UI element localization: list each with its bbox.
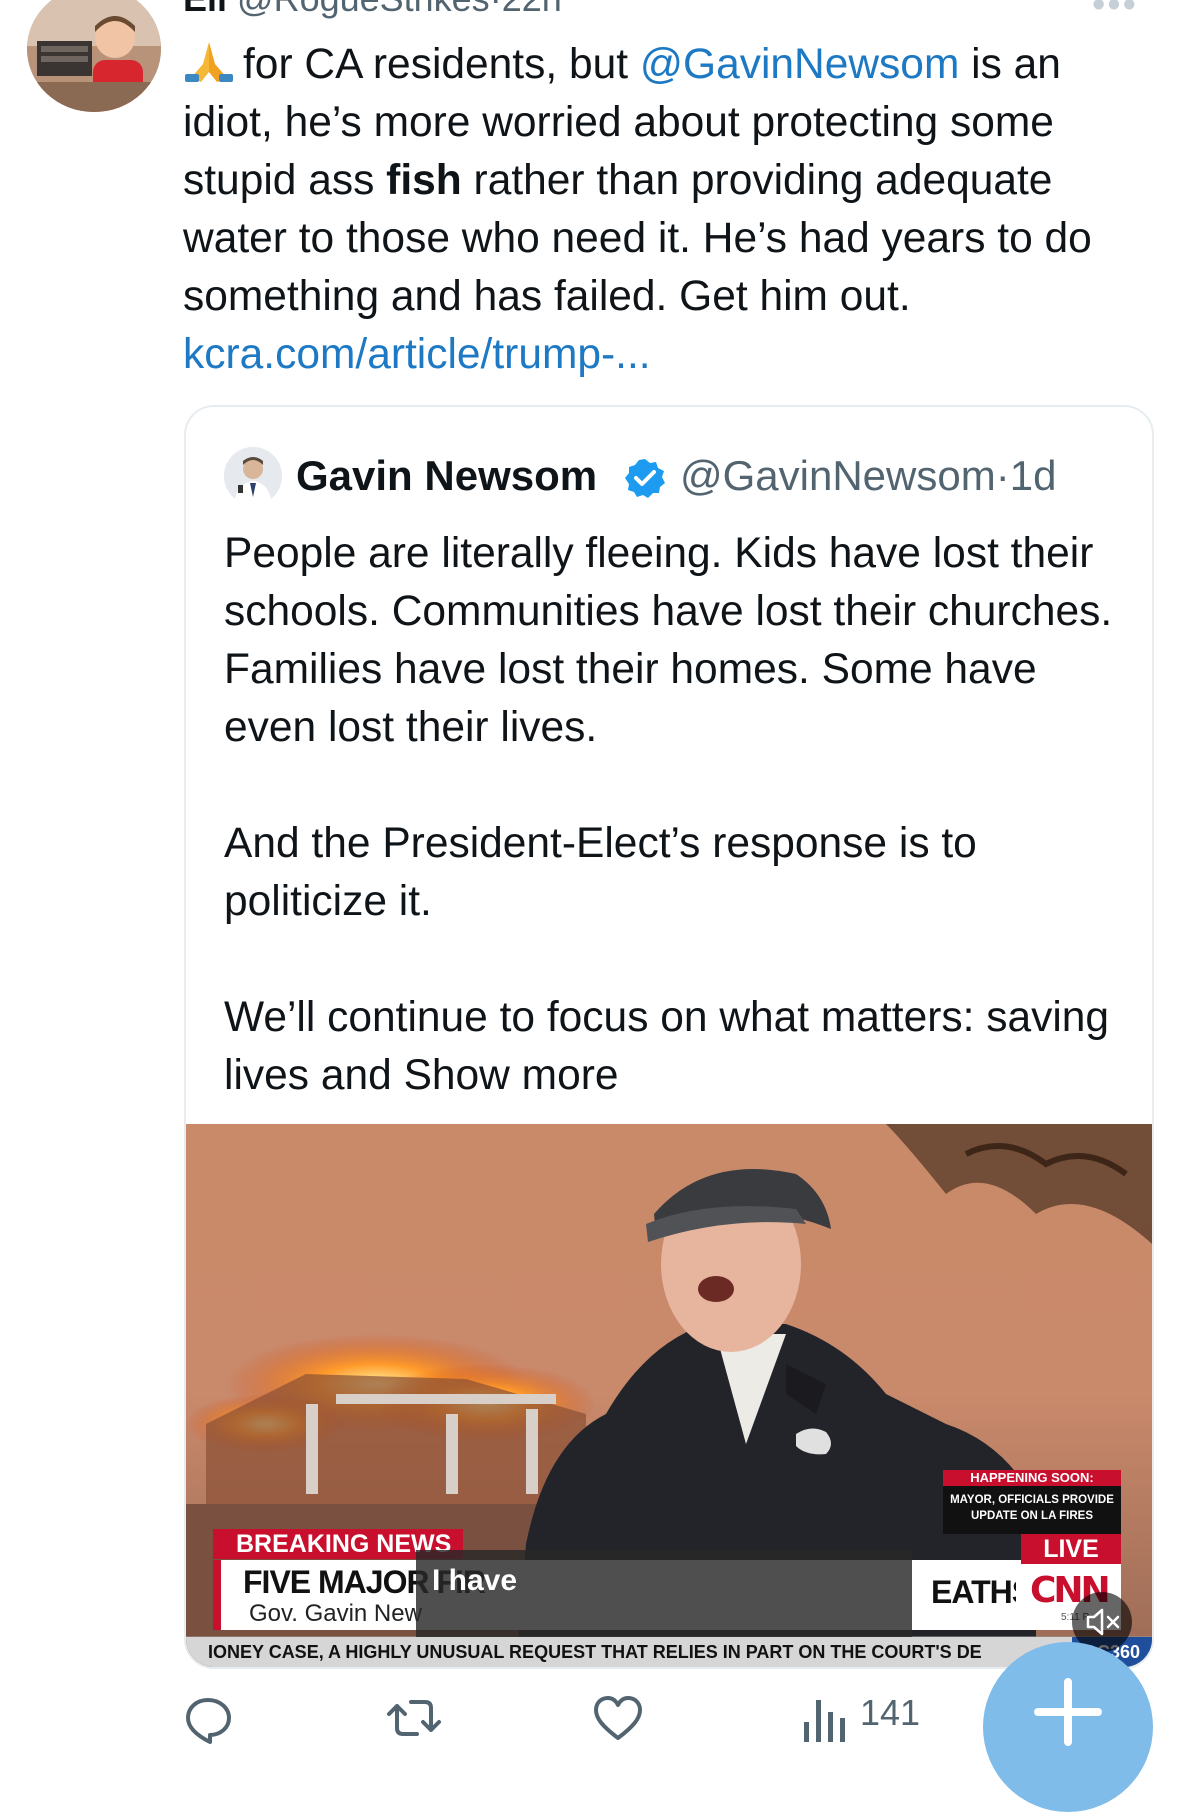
mention-link[interactable]: @GavinNewsom [640,41,959,88]
quoted-author-handle-time: @GavinNewsom·1d [680,452,1056,500]
reply-icon[interactable] [183,1690,233,1746]
tweet-text-part1: for CA residents, but [243,41,629,88]
author-handle[interactable]: @RogueStrikes [237,0,490,19]
quoted-paragraph-1: People are literally fleeing. Kids have … [224,530,1113,751]
ticker-text: IONEY CASE, A HIGHLY UNUSUAL REQUEST THA… [208,1642,982,1662]
happening-soon-label: HAPPENING SOON: [943,1470,1121,1486]
show-more-link[interactable]: Show more [404,1052,619,1099]
tweet-bold-word: fish [386,157,462,204]
view-count: 141 [860,1692,921,1733]
author-name[interactable]: Eli [183,0,227,19]
happening-soon-box: HAPPENING SOON: MAYOR, OFFICIALS PROVIDE… [943,1470,1121,1534]
tweet-header: Eli @RogueStrikes·22h [183,0,562,20]
news-subheadline: Gov. Gavin New [249,1600,422,1627]
quoted-paragraph-3-text: We’ll continue to focus on what matters:… [224,994,1110,1099]
quoted-paragraph-3: We’ll continue to focus on what matters:… [224,989,1124,1105]
views-icon[interactable] [800,1690,848,1746]
folded-hands-emoji [185,42,233,82]
more-icon[interactable]: ••• [1092,0,1138,27]
quoted-author-name[interactable]: Gavin Newsom [296,452,597,500]
compose-button[interactable] [983,1642,1153,1812]
quoted-paragraph-2: And the President-Elect’s response is to… [224,820,977,925]
article-link[interactable]: kcra.com/article/trump-... [183,331,651,378]
quoted-author-avatar[interactable] [224,447,282,505]
quoted-separator: · [995,452,1010,499]
verified-badge-icon [625,459,665,498]
header-separator: · [490,0,502,19]
caption-overlay: I have [416,1550,912,1642]
tweet-text: for CA residents, but @GavinNewsom is an… [183,36,1158,384]
like-icon[interactable] [592,1690,644,1746]
quoted-time[interactable]: 1d [1010,452,1057,499]
quoted-tweet-card[interactable]: Gavin Newsom @GavinNewsom·1d People are … [184,405,1154,1669]
caption-text: I have [432,1564,518,1597]
quoted-tweet-text: People are literally fleeing. Kids have … [224,525,1124,1105]
author-avatar[interactable] [27,0,161,112]
happening-soon-text: MAYOR, OFFICIALS PROVIDE UPDATE ON LA FI… [950,1494,1114,1522]
retweet-icon[interactable] [385,1690,443,1746]
quoted-author-handle[interactable]: @GavinNewsom [680,452,996,499]
compose-icon [1034,1678,1102,1746]
video-player[interactable]: HAPPENING SOON: MAYOR, OFFICIALS PROVIDE… [186,1124,1152,1667]
tweet-time[interactable]: 22h [502,0,562,19]
live-badge: LIVE [1021,1534,1121,1564]
